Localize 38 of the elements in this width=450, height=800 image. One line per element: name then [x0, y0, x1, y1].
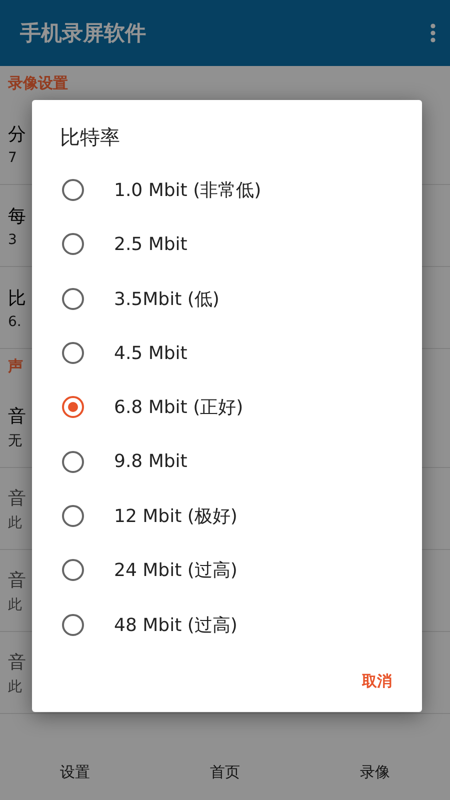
radio-button[interactable] [62, 504, 84, 527]
app-title: 手机录屏软件 [20, 20, 147, 47]
nav-tab[interactable]: 首页 [200, 756, 250, 788]
option-label[interactable]: 3.5Mbit (低) [114, 286, 220, 311]
option-label[interactable]: 1.0 Mbit (非常低) [114, 178, 262, 202]
option-label[interactable]: 24 Mbit (过高) [114, 558, 238, 582]
setting-summary: 7 [8, 150, 17, 166]
setting-summary: 此 [8, 596, 22, 614]
setting-title[interactable]: 音 [8, 404, 26, 428]
radio-button[interactable] [62, 450, 84, 473]
option-label[interactable]: 12 Mbit (极好) [114, 504, 238, 528]
setting-title[interactable]: 分 [8, 122, 26, 146]
setting-title[interactable]: 比 [8, 286, 26, 310]
option-label[interactable]: 48 Mbit (过高) [114, 612, 238, 637]
radio-button[interactable] [62, 396, 84, 418]
setting-summary: 3 [8, 232, 17, 248]
option-label[interactable]: 6.8 Mbit (正好) [114, 395, 244, 420]
radio-button[interactable] [62, 342, 84, 364]
radio-button[interactable] [62, 288, 84, 310]
nav-tab[interactable]: 录像 [350, 756, 400, 788]
cancel-button[interactable]: 取消 [354, 666, 400, 698]
section-header: 声 [7, 356, 24, 377]
setting-summary: 无 [8, 432, 22, 450]
setting-title[interactable]: 每 [8, 204, 26, 228]
nav-tab[interactable]: 设置 [50, 756, 100, 788]
option-label[interactable]: 2.5 Mbit [114, 234, 188, 255]
setting-summary: 此 [8, 514, 22, 532]
menu-icon[interactable] [430, 23, 436, 43]
option-label[interactable]: 9.8 Mbit [114, 451, 188, 472]
radio-button[interactable] [62, 614, 84, 636]
radio-button[interactable] [62, 233, 84, 256]
setting-summary: 此 [8, 678, 22, 696]
dialog-title: 比特率 [60, 124, 120, 151]
option-label[interactable]: 4.5 Mbit [114, 342, 188, 364]
radio-button[interactable] [62, 179, 84, 202]
radio-button[interactable] [62, 559, 84, 582]
section-header: 录像设置 [7, 73, 69, 94]
setting-summary: 6. [8, 314, 22, 330]
